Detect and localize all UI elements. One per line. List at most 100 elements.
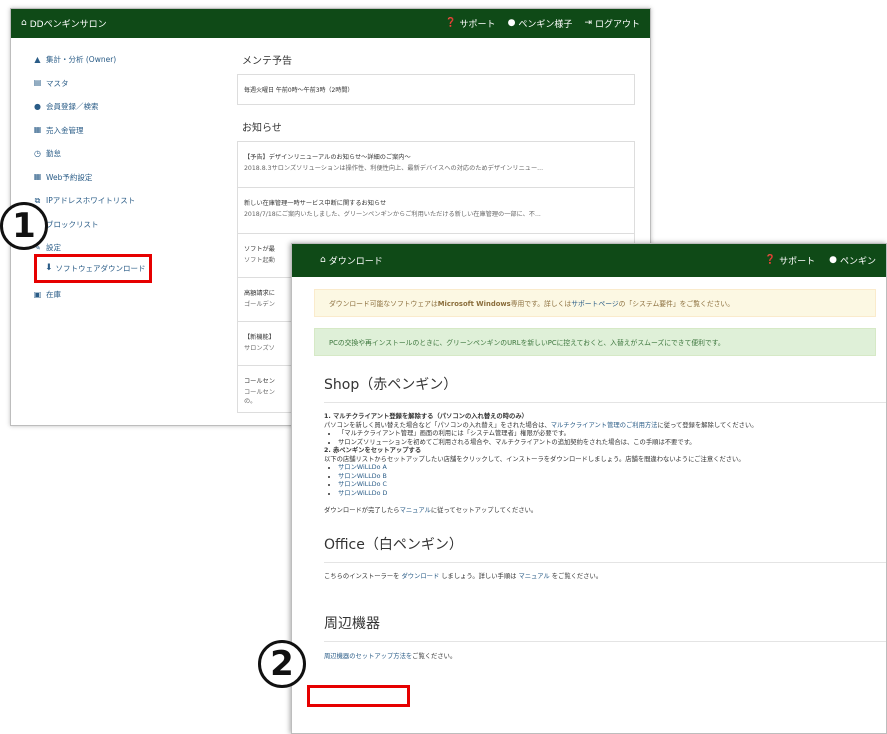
alert-text: 専用です。詳しくは xyxy=(510,300,572,308)
nav-logout[interactable]: ⇥ ログアウト xyxy=(584,17,640,31)
sidebar-item-members[interactable]: ● 会員登録／検索 xyxy=(11,95,221,119)
peripherals-setup-link[interactable]: 周辺機器のセットアップ方法を xyxy=(324,653,412,660)
sidebar-item-label: 集計・分析 (Owner) xyxy=(46,55,117,65)
highlight-peripherals-link xyxy=(307,685,410,707)
download-title[interactable]: ⌂ ダウンロード xyxy=(320,254,383,268)
store-link[interactable]: サロンWiLLDo B xyxy=(338,473,387,480)
top-navbar: ⌂ DDペンギンサロン ❓ サポート ● ペンギン様子 ⇥ ログアウト xyxy=(11,9,650,38)
step1-title: 1. マルチクライアント登録を解除する（パソコンの入れ替えの時のみ） xyxy=(324,413,528,420)
nav-support-label: サポート xyxy=(459,20,496,30)
nav-support[interactable]: ❓ サポート xyxy=(764,254,816,268)
store-item: サロンWiLLDo C xyxy=(338,481,886,490)
list-item[interactable]: 【予告】デザインリニューアルのお知らせ〜詳細のご案内〜 2018.8.3サロンズソ… xyxy=(238,142,634,188)
download-icon: ⬇ xyxy=(45,263,53,273)
step1-text: パソコンを新しく買い替えた場合など「パソコンの入れ替え」をされた場合は、 xyxy=(324,421,551,429)
nav-user[interactable]: ● ペンギン xyxy=(829,254,876,268)
sidebar-item-label: マスタ xyxy=(46,78,69,88)
step-marker-2: 2 xyxy=(258,640,306,688)
chart-icon: ▲ xyxy=(34,54,41,64)
sidebar-item-label: 設定 xyxy=(46,243,61,253)
news-heading: お知らせ xyxy=(242,123,282,134)
store-item: サロンWiLLDo B xyxy=(338,473,886,482)
logout-icon: ⇥ xyxy=(584,18,592,28)
question-icon: ❓ xyxy=(764,255,777,265)
multi-client-guide-link[interactable]: マルチクライアント管理のご利用方法 xyxy=(551,422,658,429)
office-text: しましょう。詳しい手順は xyxy=(439,572,519,580)
step-marker-1: 1 xyxy=(0,202,48,250)
alert-bold: Microsoft Windows xyxy=(437,300,511,308)
user-icon: ● xyxy=(507,18,516,28)
list-item: 「マルチクライアント管理」画面の利用には「システム管理者」権限が必要です。 xyxy=(338,430,886,439)
after-text: ダウンロードが完了したら xyxy=(324,507,400,514)
store-link[interactable]: サロンWiLLDo C xyxy=(338,481,387,488)
office-heading: Office（白ペンギン） xyxy=(324,534,886,563)
after-text: に従ってセットアップしてください。 xyxy=(430,507,538,514)
maintenance-heading: メンテ予告 xyxy=(242,56,292,67)
brand-label: DDペンギンサロン xyxy=(29,20,107,30)
sidebar-item-label: 在庫 xyxy=(46,290,61,300)
sidebar-item-software-download[interactable]: ⬇ ソフトウェアダウンロード xyxy=(37,257,149,280)
list-item: サロンズソリューションを初めてご利用される場合や、マルチクライアントの追加契約を… xyxy=(338,439,886,448)
store-item: サロンWiLLDo A xyxy=(338,464,886,473)
support-page-link[interactable]: サポートページ xyxy=(571,300,618,308)
store-item: サロンWiLLDo D xyxy=(338,490,886,499)
nav-support-label: サポート xyxy=(779,257,816,267)
download-window: ⌂ ダウンロード ❓ サポート ● ペンギン ダウンロード可能なソフトウェアはMic… xyxy=(291,243,887,734)
office-body: こちらのインストーラーを ダウンロード しましょう。詳しい手順は マニュアル を… xyxy=(324,573,886,582)
brand[interactable]: ⌂ DDペンギンサロン xyxy=(21,17,107,31)
office-text: をご覧ください。 xyxy=(549,572,603,580)
sidebar-item-label: IPアドレスホワイトリスト xyxy=(46,196,136,206)
step2-title: 2. 赤ペンギンをセットアップする xyxy=(324,447,422,454)
list-item[interactable]: 新しい在庫管理一時サービス中断に関するお知らせ 2018/7/18にご案内いたしま… xyxy=(238,188,634,234)
sidebar-item-ip-whitelist[interactable]: ⧉ IPアドレスホワイトリスト xyxy=(11,189,221,213)
sidebar-item-label: 売入金管理 xyxy=(46,125,84,135)
step1-text: に従って登録を解除してください。 xyxy=(657,421,758,429)
alert-text: の「システム要件」をご覧ください。 xyxy=(618,300,735,308)
nav-user[interactable]: ● ペンギン様子 xyxy=(507,17,573,31)
sidebar-item-label: Web予約設定 xyxy=(46,172,93,182)
nav-user-label: ペンギン様子 xyxy=(518,20,573,30)
maintenance-box: 毎週火曜日 午前0時〜午前3時（2時間） xyxy=(237,74,635,105)
store-list: サロンWiLLDo A サロンWiLLDo B サロンWiLLDo C サロンW… xyxy=(338,464,886,498)
sidebar-item-inventory[interactable]: ▣ 在庫 xyxy=(11,283,221,307)
sidebar-item-label: 勤怠 xyxy=(46,149,61,159)
store-link[interactable]: サロンWiLLDo A xyxy=(338,464,387,471)
peripherals-body: 周辺機器のセットアップ方法をご覧ください。 xyxy=(324,653,886,662)
sidebar-item-analytics[interactable]: ▲ 集計・分析 (Owner) xyxy=(11,48,221,72)
shop-section: Shop（赤ペンギン） 1. マルチクライアント登録を解除する（パソコンの入れ替… xyxy=(324,374,886,662)
shop-heading: Shop（赤ペンギン） xyxy=(324,374,886,403)
card-icon: ▦ xyxy=(33,125,42,135)
clock-icon: ◷ xyxy=(34,148,41,158)
nav-support[interactable]: ❓ サポート xyxy=(445,17,496,31)
sidebar-item-label: ソフトウェアダウンロード xyxy=(55,264,146,273)
news-title: 【予告】デザインリニューアルのお知らせ〜詳細のご案内〜 xyxy=(244,154,411,161)
step2-text: 以下の店舗リストからセットアップしたい店舗をクリックして、インストーラをダウンロ… xyxy=(324,455,745,463)
office-text: こちらのインストーラーを xyxy=(324,572,402,580)
news-summary: 2018.8.3サロンズソリューションは操作性、利便性向上、最新デバイスへの対応… xyxy=(244,165,544,172)
gift-icon: ▣ xyxy=(33,289,42,299)
peripherals-text: ご覧ください。 xyxy=(412,653,457,660)
sidebar-item-sales[interactable]: ▦ 売入金管理 xyxy=(11,119,221,143)
news-summary: 2018/7/18にご案内いたしました、グリーンペンギンからご利用いただける新し… xyxy=(244,211,541,218)
sidebar-item-master[interactable]: ▤ マスタ xyxy=(11,72,221,96)
calendar-icon: ▦ xyxy=(33,172,42,182)
sidebar-item-label: 会員登録／検索 xyxy=(46,102,99,112)
sidebar-item-label: ブロックリスト xyxy=(46,219,99,229)
url-tip-alert: PCの交換や再インストールのときに、グリーンペンギンのURLを新しいPCに控えて… xyxy=(314,328,876,356)
sidebar-item-web-reservation[interactable]: ▦ Web予約設定 xyxy=(11,166,221,190)
nav-user-label: ペンギン xyxy=(839,257,876,267)
office-manual-link[interactable]: マニュアル xyxy=(518,573,549,580)
manual-link[interactable]: マニュアル xyxy=(400,507,431,514)
highlight-software-download[interactable]: ⬇ ソフトウェアダウンロード xyxy=(34,254,152,283)
user-icon: ● xyxy=(34,101,41,111)
home-icon: ⌂ xyxy=(21,18,27,28)
nav-logout-label: ログアウト xyxy=(594,20,640,30)
windows-only-alert: ダウンロード可能なソフトウェアはMicrosoft Windows専用です。詳し… xyxy=(314,289,876,317)
office-download-link[interactable]: ダウンロード xyxy=(401,573,439,580)
step1-notes: 「マルチクライアント管理」画面の利用には「システム管理者」権限が必要です。 サロ… xyxy=(338,430,886,447)
store-link[interactable]: サロンWiLLDo D xyxy=(338,490,387,497)
news-title: 新しい在庫管理一時サービス中断に関するお知らせ xyxy=(244,200,387,207)
sidebar-item-attendance[interactable]: ◷ 勤怠 xyxy=(11,142,221,166)
shop-body: 1. マルチクライアント登録を解除する（パソコンの入れ替えの時のみ） パソコンを… xyxy=(324,413,886,516)
alert-text: ダウンロード可能なソフトウェアは xyxy=(329,300,438,308)
